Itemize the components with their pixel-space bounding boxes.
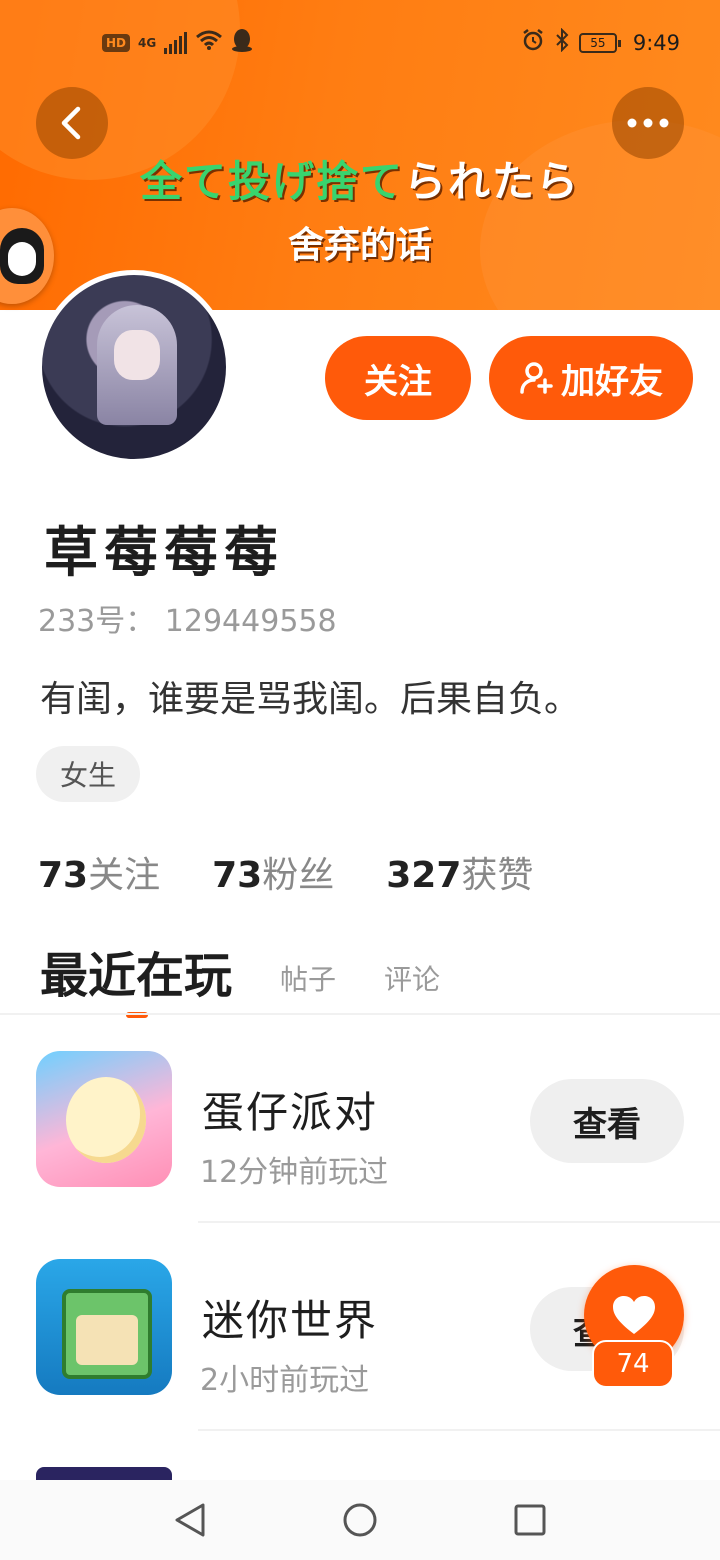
divider [198, 1429, 720, 1431]
view-button[interactable]: 查看 [530, 1079, 684, 1163]
user-id[interactable]: 233号： 129449558 [38, 596, 337, 640]
tab-recently-played[interactable]: 最近在玩 [40, 936, 233, 1018]
game-name: 迷你世界 [202, 1296, 379, 1345]
game-icon-eggy-party [36, 1051, 172, 1187]
nav-recents-button[interactable] [500, 1490, 560, 1550]
stat-label: 获赞 [461, 855, 534, 896]
tab-label: 最近在玩 [40, 948, 233, 1004]
stat-value: 327 [386, 855, 462, 896]
heart-icon [613, 1296, 655, 1334]
qq-icon [231, 28, 253, 57]
tab-comments[interactable]: 评论 [384, 958, 440, 1006]
game-art [62, 1289, 152, 1379]
avatar-art [114, 330, 160, 380]
status-right: 55 9:49 [521, 27, 680, 57]
add-user-icon [520, 362, 553, 394]
stat-value: 73 [212, 855, 263, 896]
stat-value: 73 [38, 855, 89, 896]
network-label: 4G [138, 35, 157, 50]
profile-screen: HD 4G 55 9:49 全て投げ捨てられたら 舍弃的话 关注 加好友 草莓莓… [0, 0, 720, 1560]
game-art [66, 1077, 146, 1163]
stat-likes[interactable]: 327获赞 [386, 846, 533, 898]
square-recents-icon [514, 1504, 546, 1536]
caption-jp-white: られたら [404, 157, 581, 206]
banner-caption-jp: 全て投げ捨てられたら [0, 148, 720, 209]
nav-back-button[interactable] [160, 1490, 220, 1550]
like-count: 74 [592, 1340, 674, 1388]
add-friend-button[interactable]: 加好友 [489, 336, 693, 420]
battery-icon: 55 [578, 32, 621, 53]
wifi-icon [195, 29, 223, 56]
game-played-time: 2小时前玩过 [200, 1363, 370, 1398]
gender-tag: 女生 [36, 746, 141, 802]
profile-banner: HD 4G 55 9:49 全て投げ捨てられたら 舍弃的话 [0, 0, 720, 310]
chevron-left-icon [61, 106, 81, 140]
follow-button[interactable]: 关注 [325, 336, 471, 420]
list-item[interactable]: 蛋仔派对 12分钟前玩过 查看 [0, 1015, 720, 1223]
add-friend-label: 加好友 [561, 361, 663, 402]
bluetooth-icon [555, 27, 569, 57]
banner-caption-cn: 舍弃的话 [287, 225, 432, 266]
tab-posts[interactable]: 帖子 [280, 958, 336, 1006]
user-bio: 有闺，谁要是骂我闺。后果自负。 [40, 679, 581, 720]
triangle-back-icon [175, 1503, 205, 1537]
status-left: HD 4G [102, 28, 253, 57]
circle-home-icon [343, 1503, 377, 1537]
qq-penguin-icon [0, 228, 44, 284]
username: 草莓莓莓 [44, 521, 284, 584]
status-bar: HD 4G 55 9:49 [0, 0, 720, 84]
follow-label: 关注 [364, 361, 432, 402]
avatar[interactable] [37, 270, 231, 464]
status-time: 9:49 [632, 30, 680, 55]
game-played-time: 12分钟前玩过 [200, 1155, 389, 1190]
signal-icon [164, 31, 188, 54]
game-name: 蛋仔派对 [202, 1088, 379, 1137]
alarm-icon [521, 28, 545, 57]
hd-badge: HD [102, 33, 131, 52]
game-icon-mini-world [36, 1259, 172, 1395]
profile-stats: 73关注 73粉丝 327获赞 [38, 846, 533, 898]
stat-following[interactable]: 73关注 [38, 846, 160, 898]
profile-tabs: 最近在玩 帖子 评论 [40, 936, 440, 1018]
nav-home-button[interactable] [330, 1490, 390, 1550]
system-nav-bar [0, 1480, 720, 1560]
stat-fans[interactable]: 73粉丝 [212, 846, 334, 898]
stat-label: 关注 [88, 855, 161, 896]
more-dots-icon [627, 118, 669, 128]
stat-label: 粉丝 [262, 855, 335, 896]
game-icon-partial [36, 1467, 172, 1481]
caption-jp-green: 全て投げ捨て [139, 157, 404, 206]
